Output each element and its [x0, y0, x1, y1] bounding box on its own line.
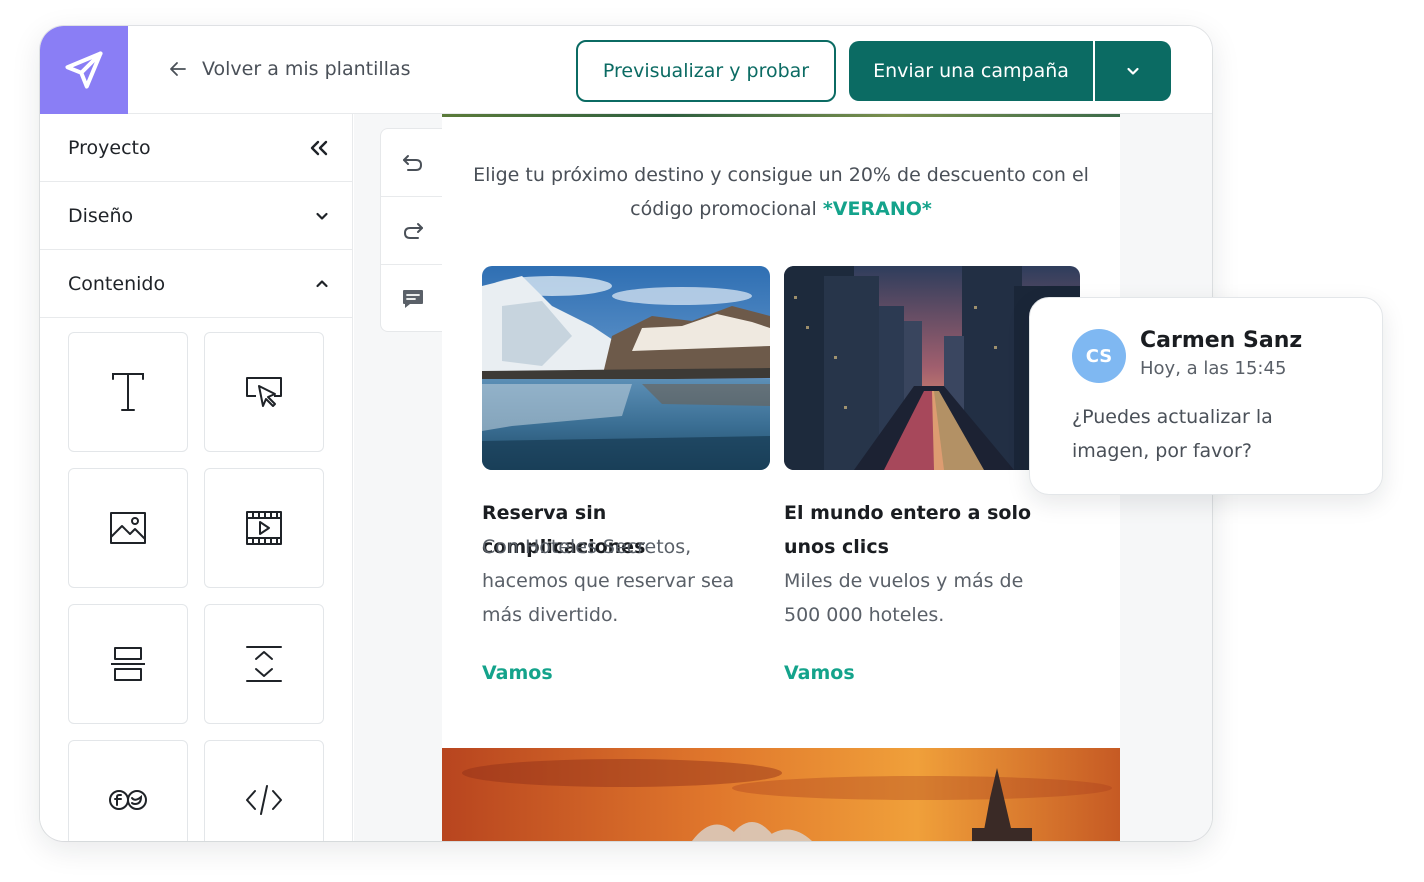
- chevron-up-icon: [316, 279, 328, 287]
- section-diseno[interactable]: Diseño: [40, 182, 352, 250]
- html-block-tile[interactable]: [204, 740, 324, 841]
- video-block-tile[interactable]: [204, 468, 324, 588]
- glacier-lake-photo[interactable]: [482, 266, 770, 470]
- back-to-templates-link[interactable]: Volver a mis plantillas: [168, 58, 410, 80]
- avatar: CS: [1072, 329, 1126, 383]
- section-label: Diseño: [68, 204, 134, 227]
- section-proyecto[interactable]: Proyecto: [40, 114, 352, 182]
- section-label: Proyecto: [68, 136, 151, 159]
- card-text: Miles de vuelos y más de 500 000 hoteles…: [784, 570, 1024, 626]
- divider-block-tile[interactable]: [68, 604, 188, 724]
- intro-text: Elige tu próximo destino y consigue un 2…: [473, 164, 1089, 220]
- section-contenido[interactable]: Contenido: [40, 250, 352, 318]
- send-label: Enviar una campaña: [873, 60, 1069, 82]
- button-block-tile[interactable]: [204, 332, 324, 452]
- send-campaign-button[interactable]: Enviar una campaña: [849, 41, 1095, 101]
- chevron-down-icon: [316, 212, 328, 220]
- email-preview[interactable]: Elige tu próximo destino y consigue un 2…: [442, 114, 1120, 841]
- social-block-icon: [109, 790, 147, 810]
- send-campaign-button-group: Enviar una campaña: [849, 41, 1171, 101]
- comments-button[interactable]: [381, 265, 444, 333]
- spacer-block-icon: [246, 646, 282, 682]
- promo-code: *VERANO*: [822, 198, 932, 220]
- comment-bubble[interactable]: CS Carmen Sanz Hoy, a las 15:45 ¿Puedes …: [1029, 297, 1383, 495]
- image-block-tile[interactable]: [68, 468, 188, 588]
- text-block-tile[interactable]: [68, 332, 188, 452]
- header-image-edge: [442, 114, 1120, 117]
- button-block-icon: [246, 377, 282, 407]
- app-logo[interactable]: [40, 26, 128, 114]
- card-text: Con Hoteles Secretos, hacemos que reserv…: [482, 536, 735, 626]
- back-label: Volver a mis plantillas: [202, 58, 411, 80]
- social-block-tile[interactable]: [68, 740, 188, 841]
- divider-block-icon: [111, 647, 145, 681]
- card-link[interactable]: Vamos: [482, 662, 553, 684]
- collapse-double-chevron-left-icon[interactable]: [308, 140, 330, 156]
- comment-time: Hoy, a las 15:45: [1140, 358, 1287, 379]
- spacer-block-tile[interactable]: [204, 604, 324, 724]
- email-intro: Elige tu próximo destino y consigue un 2…: [472, 158, 1090, 226]
- comment-author: Carmen Sanz: [1140, 328, 1303, 353]
- arrow-left-icon: [170, 62, 186, 76]
- chevron-down-icon: [1127, 67, 1139, 75]
- html-code-block-icon: [246, 785, 282, 815]
- section-label: Contenido: [68, 272, 166, 295]
- top-bar: Volver a mis plantillas Previsualizar y …: [40, 26, 1212, 114]
- sydney-sunset-photo[interactable]: [442, 748, 1120, 841]
- video-block-icon: [246, 511, 282, 545]
- redo-icon: [403, 222, 423, 239]
- left-sidebar: Proyecto Diseño Contenido: [40, 114, 353, 841]
- comment-message: ¿Puedes actualizar la imagen, por favor?: [1072, 406, 1273, 462]
- undo-icon: [402, 154, 422, 171]
- card-link[interactable]: Vamos: [784, 662, 855, 684]
- redo-button[interactable]: [381, 197, 444, 265]
- undo-button[interactable]: [381, 129, 444, 197]
- preview-and-test-button[interactable]: Previsualizar y probar: [576, 40, 836, 102]
- card-title: El mundo entero a solo unos clics: [784, 502, 1032, 558]
- paper-plane-icon: [65, 51, 103, 89]
- preview-label: Previsualizar y probar: [602, 60, 810, 82]
- editor-toolbar: [380, 128, 444, 332]
- comment-icon: [402, 290, 423, 308]
- text-block-icon: [112, 373, 144, 411]
- send-options-dropdown[interactable]: [1095, 41, 1171, 101]
- image-block-icon: [110, 512, 146, 544]
